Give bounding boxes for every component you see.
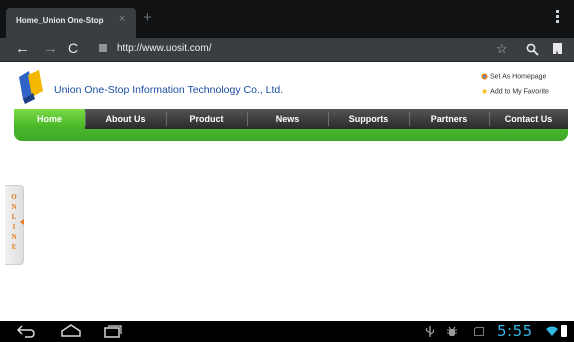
wifi-icon: [546, 326, 558, 336]
search-icon[interactable]: [526, 43, 539, 56]
system-navigation-bar: 5:55: [0, 321, 574, 342]
status-clock: 5:55: [497, 322, 533, 340]
add-favorite-label: Add to My Favorite: [490, 88, 549, 96]
overflow-menu-icon[interactable]: [554, 10, 560, 28]
sd-card-icon: [474, 327, 484, 336]
online-arrow-icon: [20, 219, 24, 225]
nav-supports[interactable]: Supports: [328, 109, 409, 129]
new-tab-icon[interactable]: +: [143, 9, 152, 26]
url-field[interactable]: http://www.uosit.com/: [117, 43, 211, 54]
homepage-icon: [481, 73, 488, 80]
site-navigation: Home About Us Product News Supports Part…: [14, 109, 568, 141]
company-logo: [19, 70, 43, 104]
nav-home[interactable]: Home: [14, 109, 85, 129]
favorite-star-icon: ★: [481, 87, 489, 96]
system-recent-apps-icon[interactable]: [103, 324, 123, 338]
nav-contact-us[interactable]: Contact Us: [489, 109, 568, 129]
set-homepage-link[interactable]: Set As Homepage: [481, 73, 546, 80]
browser-tab[interactable]: Home_Union One-Stop ×: [6, 8, 136, 38]
usb-debugging-icon: [447, 326, 457, 336]
add-favorite-link[interactable]: ★ Add to My Favorite: [481, 87, 549, 96]
nav-partners[interactable]: Partners: [409, 109, 489, 129]
nav-about-us[interactable]: About Us: [85, 109, 166, 129]
online-chat-tab[interactable]: O N L I N E: [5, 185, 24, 265]
browser-tab-strip: Home_Union One-Stop × +: [0, 0, 574, 38]
tab-title: Home_Union One-Stop: [16, 16, 104, 25]
site-favicon-icon: [99, 44, 107, 52]
bookmark-icon[interactable]: [553, 43, 562, 54]
tab-close-icon[interactable]: ×: [119, 13, 125, 25]
system-home-icon[interactable]: [60, 324, 82, 338]
set-homepage-label: Set As Homepage: [490, 73, 547, 81]
system-back-icon[interactable]: [16, 324, 36, 338]
company-name: Union One-Stop Information Technology Co…: [54, 84, 284, 96]
usb-icon: [425, 326, 435, 337]
nav-product[interactable]: Product: [166, 109, 247, 129]
battery-icon: [561, 325, 567, 337]
star-icon[interactable]: ☆: [496, 41, 508, 57]
nav-news[interactable]: News: [247, 109, 328, 129]
online-label: O N L I N E: [11, 193, 17, 251]
back-arrow-icon[interactable]: ←: [15, 40, 30, 57]
address-bar: ← → C http://www.uosit.com/ ☆: [0, 38, 574, 62]
reload-icon[interactable]: C: [68, 40, 78, 56]
forward-arrow-icon[interactable]: →: [43, 40, 58, 57]
